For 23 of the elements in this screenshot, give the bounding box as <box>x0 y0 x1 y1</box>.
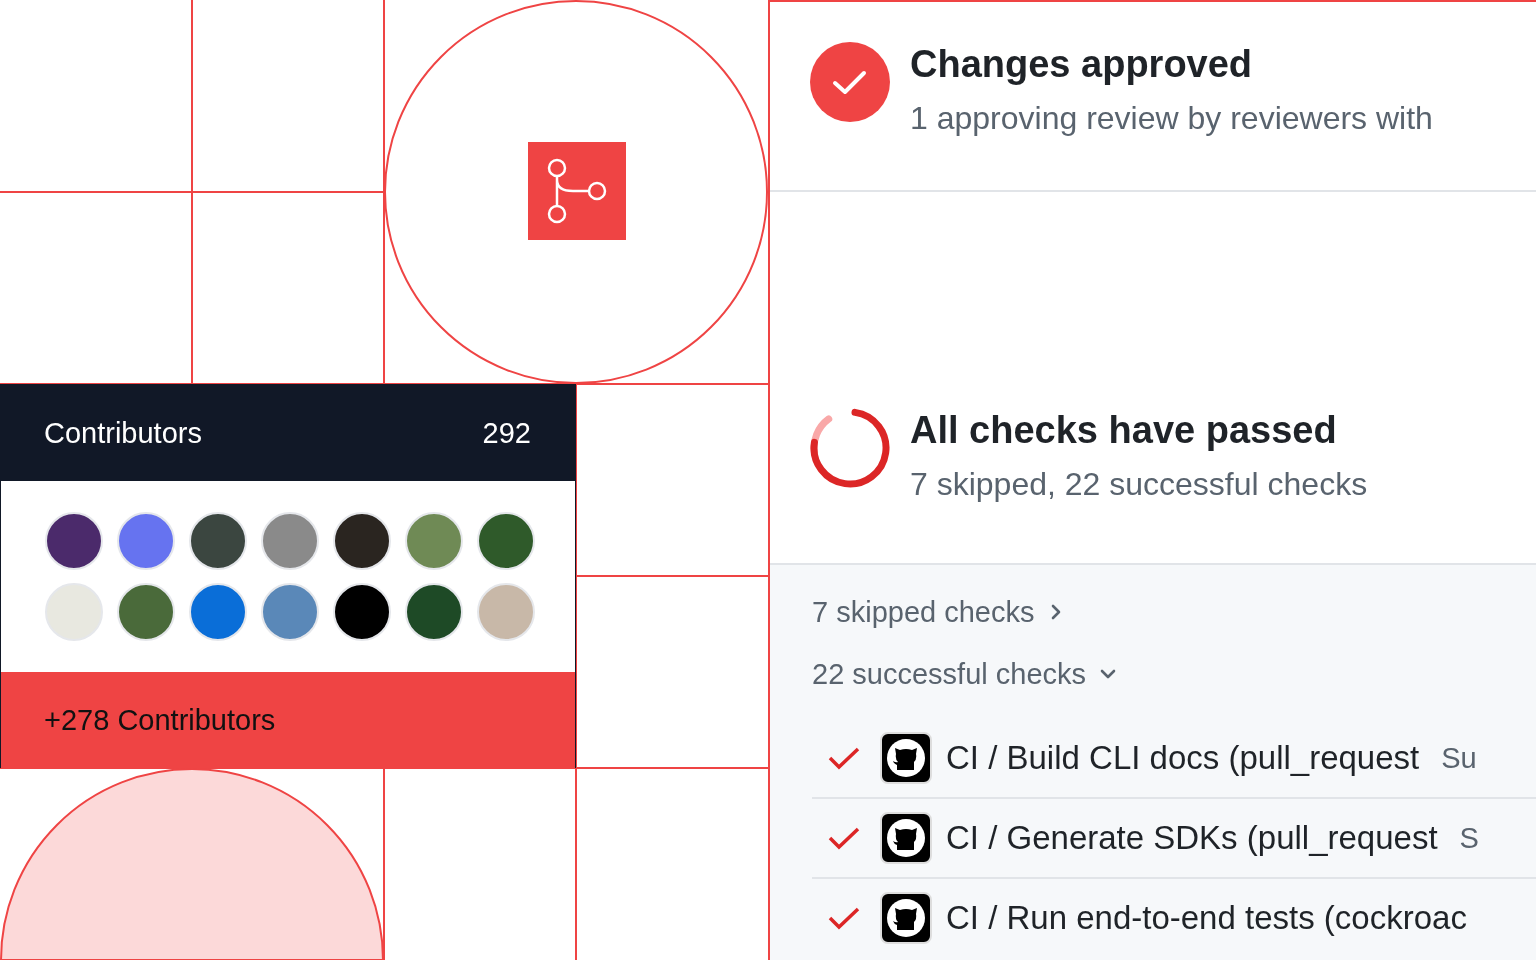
approved-check-icon <box>810 42 890 122</box>
check-icon <box>828 906 860 930</box>
check-status: Su <box>1441 741 1477 775</box>
card-title: Contributors <box>44 416 202 450</box>
check-group-toggle[interactable]: 7 skipped checks <box>812 595 1536 629</box>
cat-logo-icon <box>880 892 932 944</box>
review-title: Changes approved <box>910 42 1254 86</box>
check-name[interactable]: CI / Generate SDKs (pull_request <box>946 819 1438 857</box>
check-status: S <box>1459 821 1479 855</box>
contributor-count: 292 <box>482 416 531 450</box>
check-group-toggle[interactable]: 22 successful checks <box>812 657 1536 691</box>
check-icon <box>828 826 860 850</box>
checks-subtitle: 7 skipped, 22 successful checks <box>910 466 1368 503</box>
review-subtitle: 1 approving review by reviewers with <box>910 100 1433 137</box>
branch-icon <box>528 142 626 240</box>
check-name[interactable]: CI / Run end-to-end tests (cockroac <box>946 899 1467 937</box>
check-name[interactable]: CI / Build CLI docs (pull_request <box>946 739 1420 777</box>
check-icon <box>828 746 860 770</box>
progress-ring-icon <box>810 408 890 488</box>
cat-logo-icon <box>880 812 932 864</box>
cat-logo-icon <box>880 732 932 784</box>
checks-title: All checks have passed <box>910 408 1338 452</box>
more-contributors-link[interactable]: +278 Contributors <box>1 672 575 768</box>
